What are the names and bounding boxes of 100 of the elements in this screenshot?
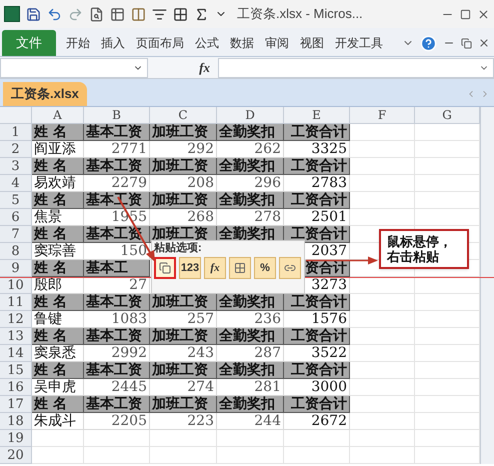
- table-cell: 2279: [111, 176, 147, 190]
- ribbon-tab[interactable]: 页面布局: [136, 34, 184, 52]
- row-number[interactable]: 11: [0, 294, 32, 311]
- header-cell: 姓 名: [34, 363, 67, 377]
- table-cell: 窦泉悉: [34, 346, 76, 360]
- header-cell: 基本工资: [86, 159, 142, 173]
- ribbon-tab[interactable]: 审阅: [265, 34, 289, 52]
- table-cell: 1083: [111, 312, 147, 326]
- column-header[interactable]: E: [312, 109, 321, 121]
- header-cell: 加班工资: [152, 397, 208, 411]
- header-cell: 基本工资: [86, 363, 142, 377]
- header-cell: 姓 名: [34, 329, 67, 343]
- table-cell: 3325: [311, 142, 347, 156]
- column-header[interactable]: F: [378, 109, 386, 121]
- header-cell: 全勤奖扣: [219, 397, 275, 411]
- table-cell: 殷郎: [34, 278, 62, 292]
- table-cell: 274: [187, 380, 214, 394]
- header-cell: 工资合计: [291, 329, 347, 343]
- row-number[interactable]: 2: [0, 141, 32, 158]
- column-header[interactable]: G: [442, 109, 452, 121]
- table-cell: 281: [254, 380, 281, 394]
- table-cell: 287: [254, 346, 281, 360]
- header-cell: 加班工资: [152, 159, 208, 173]
- ribbon-tab[interactable]: 开始: [66, 34, 90, 52]
- row-number[interactable]: 14: [0, 345, 32, 362]
- ribbon-tab[interactable]: 插入: [101, 34, 125, 52]
- header-cell: 加班工资: [152, 193, 208, 207]
- table-cell: 2771: [111, 142, 147, 156]
- ribbon-tab[interactable]: 数据: [230, 34, 254, 52]
- table-cell: 朱成斗: [34, 414, 76, 428]
- table-cell: 243: [187, 346, 214, 360]
- row-number[interactable]: 17: [0, 396, 32, 413]
- popup-label: 粘贴选项:: [154, 241, 203, 255]
- ribbon-tab[interactable]: 开发工具: [335, 34, 383, 52]
- table-cell: 296: [254, 176, 281, 190]
- table-cell: 292: [187, 142, 214, 156]
- header-cell: 全勤奖扣: [219, 159, 275, 173]
- header-cell: 工资合计: [291, 295, 347, 309]
- header-cell: 工资合计: [291, 397, 347, 411]
- header-cell: 加班工资: [152, 295, 208, 309]
- table-cell: 278: [254, 210, 281, 224]
- row-number[interactable]: 18: [0, 413, 32, 430]
- table-cell: 鲁键: [34, 312, 62, 326]
- ribbon-tab[interactable]: 公式: [195, 34, 219, 52]
- table-cell: 223: [187, 414, 214, 428]
- row-number[interactable]: 7: [0, 226, 32, 243]
- table-cell: 268: [187, 210, 214, 224]
- row-number[interactable]: 12: [0, 311, 32, 328]
- row-number[interactable]: 9: [0, 260, 32, 277]
- row-number[interactable]: 1: [0, 124, 32, 141]
- header-cell: 姓 名: [34, 193, 67, 207]
- header-cell: 基本工资: [86, 295, 142, 309]
- table-cell: 3522: [311, 346, 347, 360]
- table-cell: 2783: [311, 176, 347, 190]
- header-cell: 全勤奖扣: [219, 227, 275, 241]
- column-header[interactable]: C: [178, 109, 188, 121]
- table-cell: 208: [187, 176, 214, 190]
- header-cell: 全勤奖扣: [219, 329, 275, 343]
- table-cell: 244: [254, 414, 281, 428]
- header-cell: 姓 名: [34, 125, 67, 139]
- row-number[interactable]: 13: [0, 328, 32, 345]
- fx-button[interactable]: fx: [199, 58, 210, 78]
- row-number[interactable]: 4: [0, 175, 32, 192]
- table-cell: 1576: [311, 312, 347, 326]
- paste-option-button[interactable]: %: [254, 257, 276, 279]
- table-cell: 焦景: [34, 210, 62, 224]
- column-header[interactable]: B: [112, 109, 121, 121]
- row-number[interactable]: 3: [0, 158, 32, 175]
- table-cell: 27: [129, 278, 147, 292]
- header-cell: 全勤奖扣: [219, 295, 275, 309]
- row-number[interactable]: 20: [0, 447, 32, 464]
- row-number[interactable]: 16: [0, 379, 32, 396]
- row-number[interactable]: 15: [0, 362, 32, 379]
- header-cell: 工资合计: [291, 227, 347, 241]
- row-number[interactable]: 6: [0, 209, 32, 226]
- row-number[interactable]: 5: [0, 192, 32, 209]
- callout-text: 右击粘贴: [387, 249, 440, 264]
- callout-text: 鼠标悬停，: [387, 234, 453, 249]
- header-cell: 资合计: [305, 261, 347, 275]
- header-cell: 工资合计: [291, 125, 347, 139]
- header-cell: 加班工资: [152, 329, 208, 343]
- header-cell: 基本工: [86, 261, 128, 275]
- table-cell: 窦琮善: [34, 244, 76, 258]
- column-header[interactable]: A: [53, 109, 62, 121]
- header-cell: 工资合计: [291, 159, 347, 173]
- paste-option-button[interactable]: 123: [179, 257, 201, 279]
- header-cell: 基本工资: [86, 329, 142, 343]
- table-cell: 2445: [111, 380, 147, 394]
- row-number[interactable]: 19: [0, 430, 32, 447]
- paste-option-button[interactable]: fx: [204, 257, 226, 279]
- header-cell: 姓 名: [34, 261, 67, 275]
- header-cell: 全勤奖扣: [219, 125, 275, 139]
- column-header[interactable]: D: [245, 109, 255, 121]
- ribbon-tab[interactable]: 视图: [300, 34, 324, 52]
- workbook-tab[interactable]: 工资条.xlsx: [3, 82, 87, 106]
- header-cell: 工资合计: [291, 193, 347, 207]
- row-number[interactable]: 10: [0, 277, 32, 294]
- file-tab[interactable]: 文件: [2, 30, 56, 56]
- row-number[interactable]: 8: [0, 243, 32, 260]
- header-cell: 全勤奖扣: [219, 363, 275, 377]
